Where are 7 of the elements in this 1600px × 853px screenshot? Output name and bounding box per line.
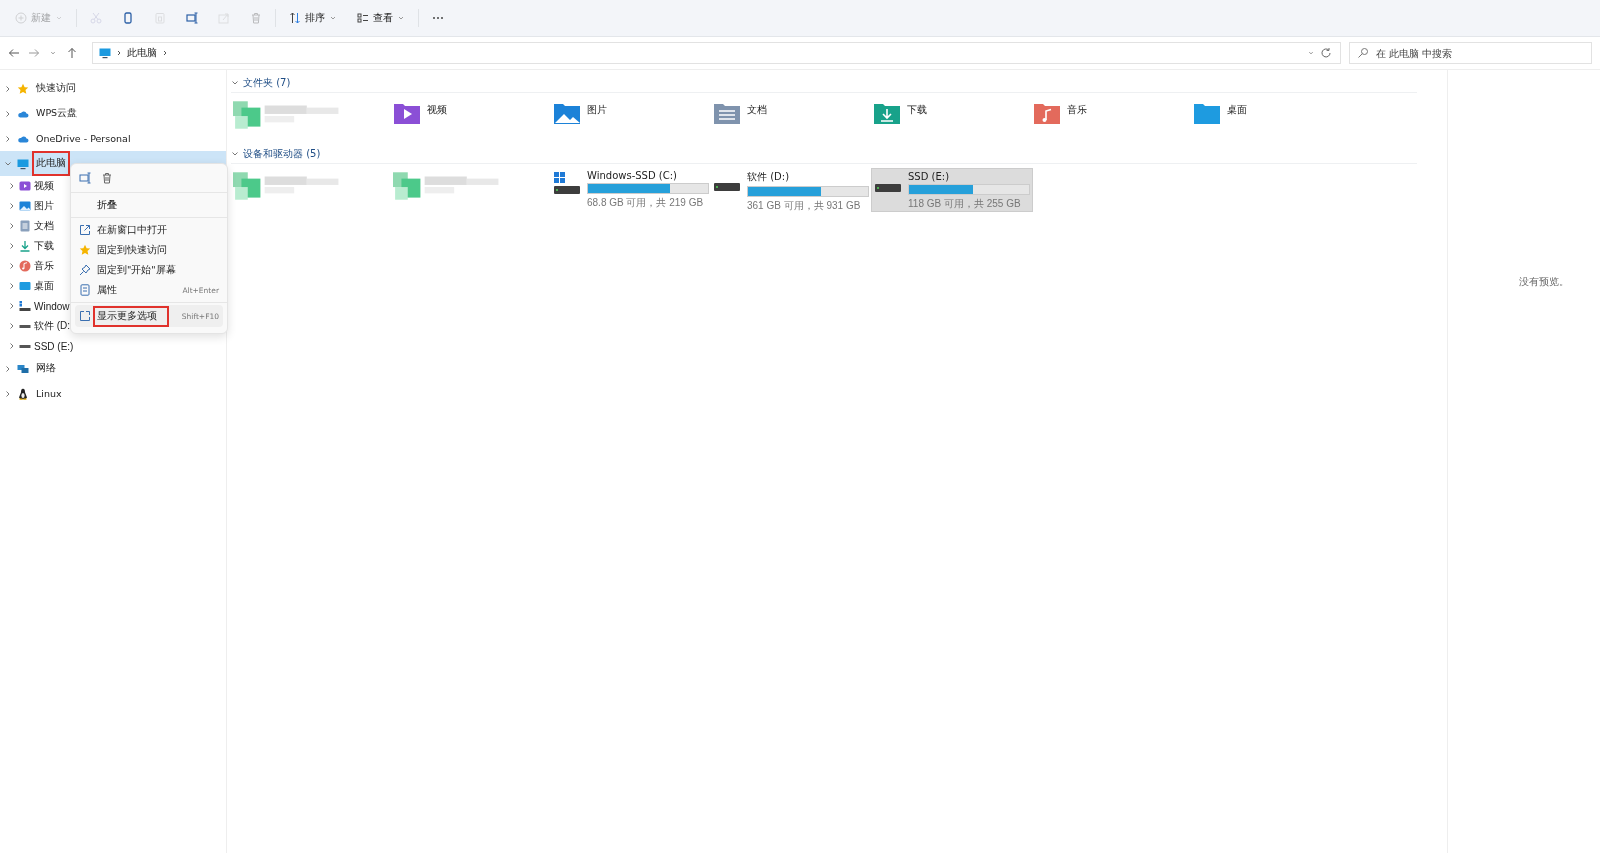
drive-name: SSD (E:): [908, 171, 951, 182]
drive-name: Windows-SSD (C:): [587, 170, 678, 181]
free-space-text: 361 GB 可用，共 931 GB: [747, 199, 862, 213]
drive-name: 软件 (D:): [747, 170, 791, 184]
free-space-text: 118 GB 可用，共 255 GB: [908, 197, 1022, 211]
no-preview-text: 没有预览。: [1519, 274, 1569, 289]
free-space-text: 68.8 GB 可用，共 219 GB: [587, 196, 705, 210]
